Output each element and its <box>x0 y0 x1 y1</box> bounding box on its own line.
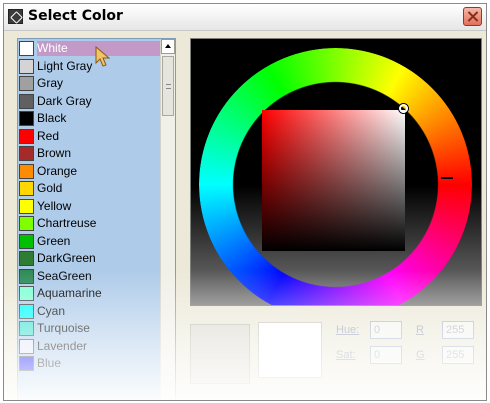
close-icon[interactable] <box>463 7 482 26</box>
color-list-item[interactable]: Aquamarine <box>18 285 162 302</box>
color-name-label: Brown <box>37 146 72 160</box>
color-name-label: Yellow <box>37 198 72 213</box>
color-name-label: Lavender <box>37 338 88 353</box>
color-swatch <box>19 198 34 214</box>
color-swatch <box>19 356 34 371</box>
color-name-label: SeaGreen <box>37 268 92 283</box>
color-list-item[interactable]: Chartreuse <box>18 215 162 232</box>
mouse-cursor-icon <box>95 46 111 67</box>
color-list-item[interactable]: DarkGreen <box>18 250 162 267</box>
color-picker-area[interactable] <box>190 38 482 306</box>
color-swatch <box>19 58 34 74</box>
color-swatch <box>19 163 34 179</box>
color-name-label: Cyan <box>37 303 66 318</box>
color-name-label: Black <box>37 111 67 125</box>
hue-field[interactable]: 0 <box>370 321 402 339</box>
color-list-item[interactable]: Cyan <box>18 303 162 320</box>
color-list-item[interactable]: Red <box>18 128 162 145</box>
color-list-item[interactable]: Dark Gray <box>18 93 162 110</box>
color-swatch <box>19 268 34 284</box>
color-list-item[interactable]: Blue <box>18 355 162 372</box>
new-color-preview <box>258 322 322 378</box>
color-list-item[interactable]: Gray <box>18 75 162 92</box>
green-label: G <box>416 349 425 361</box>
color-name-label: Chartreuse <box>37 216 97 230</box>
color-list-item[interactable]: Turquoise <box>18 320 162 337</box>
sv-selector-handle[interactable] <box>399 104 408 113</box>
color-name-label: Dark Gray <box>37 93 92 108</box>
color-list[interactable]: White Light Gray Gray Dark Gray Black Red Brow… <box>17 38 176 400</box>
color-list-item[interactable]: Orange <box>18 163 162 180</box>
color-name-label: Green <box>37 233 71 248</box>
hue-marker[interactable] <box>441 177 453 179</box>
scroll-up-icon[interactable] <box>161 39 175 54</box>
color-swatch <box>19 251 34 266</box>
color-swatch <box>19 128 34 144</box>
red-field[interactable]: 255 <box>442 321 474 339</box>
color-swatch <box>19 76 34 91</box>
color-swatch <box>19 233 34 249</box>
color-list-item[interactable]: Gold <box>18 180 162 197</box>
color-name-label: Orange <box>37 163 78 178</box>
window-title: Select Color <box>28 8 123 24</box>
color-list-item[interactable]: Light Gray <box>18 58 162 75</box>
color-swatch <box>19 286 34 301</box>
color-values-panel: Hue: 0 Sat: 0 R 255 G 255 <box>190 316 482 400</box>
color-list-item[interactable]: White <box>18 40 162 57</box>
color-swatch <box>19 338 34 354</box>
color-list-item[interactable]: Brown <box>18 145 162 162</box>
color-name-label: Blue <box>37 356 62 370</box>
color-swatch <box>19 303 34 319</box>
list-scrollbar[interactable] <box>160 39 175 400</box>
color-swatch <box>19 93 34 109</box>
color-name-label: DarkGreen <box>37 251 96 265</box>
previous-color-preview <box>190 324 250 384</box>
sat-field[interactable]: 0 <box>370 346 402 364</box>
select-color-dialog: Select Color White Light Gray Gray Dark Gra… <box>3 3 487 401</box>
sat-label: Sat: <box>336 349 356 361</box>
color-list-item[interactable]: Green <box>18 233 162 250</box>
green-field[interactable]: 255 <box>442 346 474 364</box>
red-label: R <box>416 324 424 336</box>
color-name-label: Gray <box>37 76 64 90</box>
color-swatch <box>19 111 34 126</box>
color-swatch <box>19 321 34 336</box>
color-swatch <box>19 146 34 161</box>
color-name-label: Turquoise <box>37 321 90 335</box>
color-list-item[interactable]: SeaGreen <box>18 268 162 285</box>
color-list-item[interactable]: Black <box>18 110 162 127</box>
title-bar: Select Color <box>4 4 486 31</box>
color-name-label: Gold <box>37 181 63 195</box>
color-name-label: Aquamarine <box>37 286 102 300</box>
color-list-item[interactable]: Yellow <box>18 198 162 215</box>
color-name-label: Red <box>37 128 60 143</box>
color-swatch <box>19 216 34 231</box>
saturation-value-square[interactable] <box>262 110 405 251</box>
color-swatch <box>19 181 34 196</box>
color-picker-app-icon <box>8 9 23 24</box>
hue-label: Hue: <box>336 324 360 336</box>
scroll-thumb[interactable] <box>162 56 174 116</box>
color-list-item[interactable]: Lavender <box>18 338 162 355</box>
color-swatch <box>19 41 34 56</box>
